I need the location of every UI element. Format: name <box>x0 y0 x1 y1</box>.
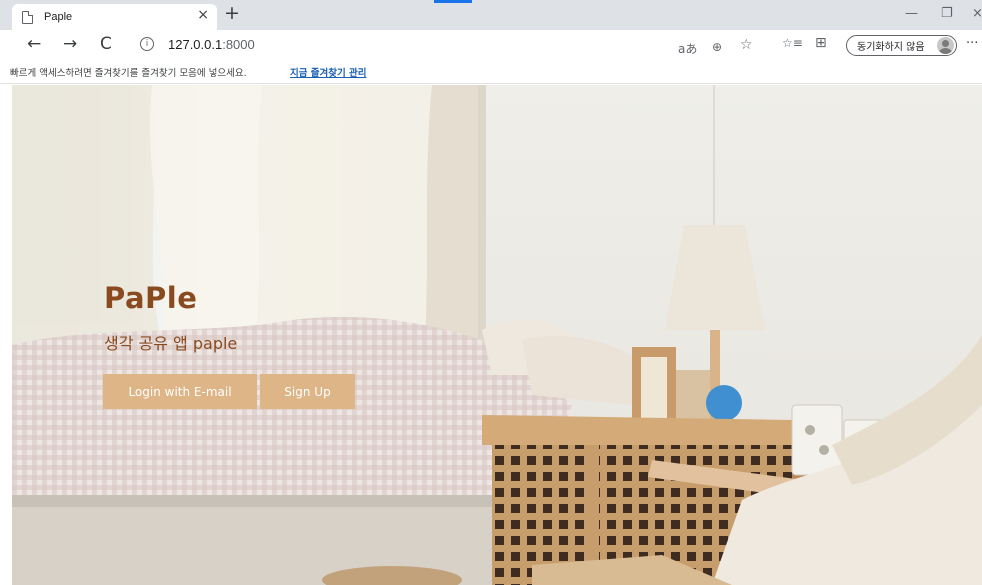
add-favorite-icon[interactable]: ☆ <box>740 37 753 53</box>
restore-icon[interactable]: ❐ <box>941 6 953 21</box>
reload-icon[interactable]: C <box>100 34 112 54</box>
address-bar[interactable]: i 127.0.0.1:8000 aあ ⊕ ☆ <box>130 33 778 57</box>
browser-toolbar: ← → C i 127.0.0.1:8000 aあ ⊕ ☆ ☆≡ ⊞ 동기화하지… <box>0 30 982 60</box>
loading-indicator <box>434 0 472 3</box>
tab-close-icon[interactable]: × <box>197 7 209 23</box>
manage-favorites-link[interactable]: 지금 즐겨찾기 관리 <box>290 65 367 79</box>
sign-up-button[interactable]: Sign Up <box>260 374 355 409</box>
url-text: 127.0.0.1:8000 <box>168 37 255 52</box>
tab-title: Paple <box>44 11 73 23</box>
login-with-email-button[interactable]: Login with E-mail <box>103 374 257 409</box>
profile-avatar-icon <box>937 37 954 54</box>
window-close-icon[interactable]: × <box>972 6 982 21</box>
browser-tab[interactable]: Paple × <box>12 4 217 30</box>
forward-arrow-icon[interactable]: → <box>63 34 77 54</box>
page-icon <box>22 10 33 24</box>
read-aloud-icon[interactable]: aあ <box>678 40 697 57</box>
url-host: 127.0.0.1 <box>168 37 223 52</box>
brand-title: PaPle <box>104 281 198 315</box>
favorites-icon[interactable]: ☆≡ <box>782 36 803 50</box>
zoom-icon[interactable]: ⊕ <box>712 40 722 54</box>
site-info-icon[interactable]: i <box>140 37 154 51</box>
favorites-bar: 빠르게 액세스하려면 즐겨찾기를 즐겨찾기 모음에 넣으세요. 지금 즐겨찾기 … <box>0 60 982 84</box>
brand-subtitle: 생각 공유 앱 paple <box>104 334 238 353</box>
back-arrow-icon[interactable]: ← <box>27 34 41 54</box>
minimize-icon[interactable]: — <box>905 6 918 21</box>
new-tab-icon[interactable]: + <box>224 2 240 24</box>
more-options-icon[interactable]: ··· <box>966 36 978 51</box>
url-port: :8000 <box>222 37 255 52</box>
sync-status-label: 동기화하지 않음 <box>857 42 925 53</box>
profile-sync-button[interactable]: 동기화하지 않음 <box>846 35 957 56</box>
hero-section: PaPle 생각 공유 앱 paple Login with E-mail Si… <box>12 85 982 585</box>
favorites-bar-hint: 빠르게 액세스하려면 즐겨찾기를 즐겨찾기 모음에 넣으세요. <box>10 68 247 79</box>
browser-tab-bar: Paple × + — ❐ × <box>0 0 982 30</box>
collections-icon[interactable]: ⊞ <box>815 35 827 51</box>
